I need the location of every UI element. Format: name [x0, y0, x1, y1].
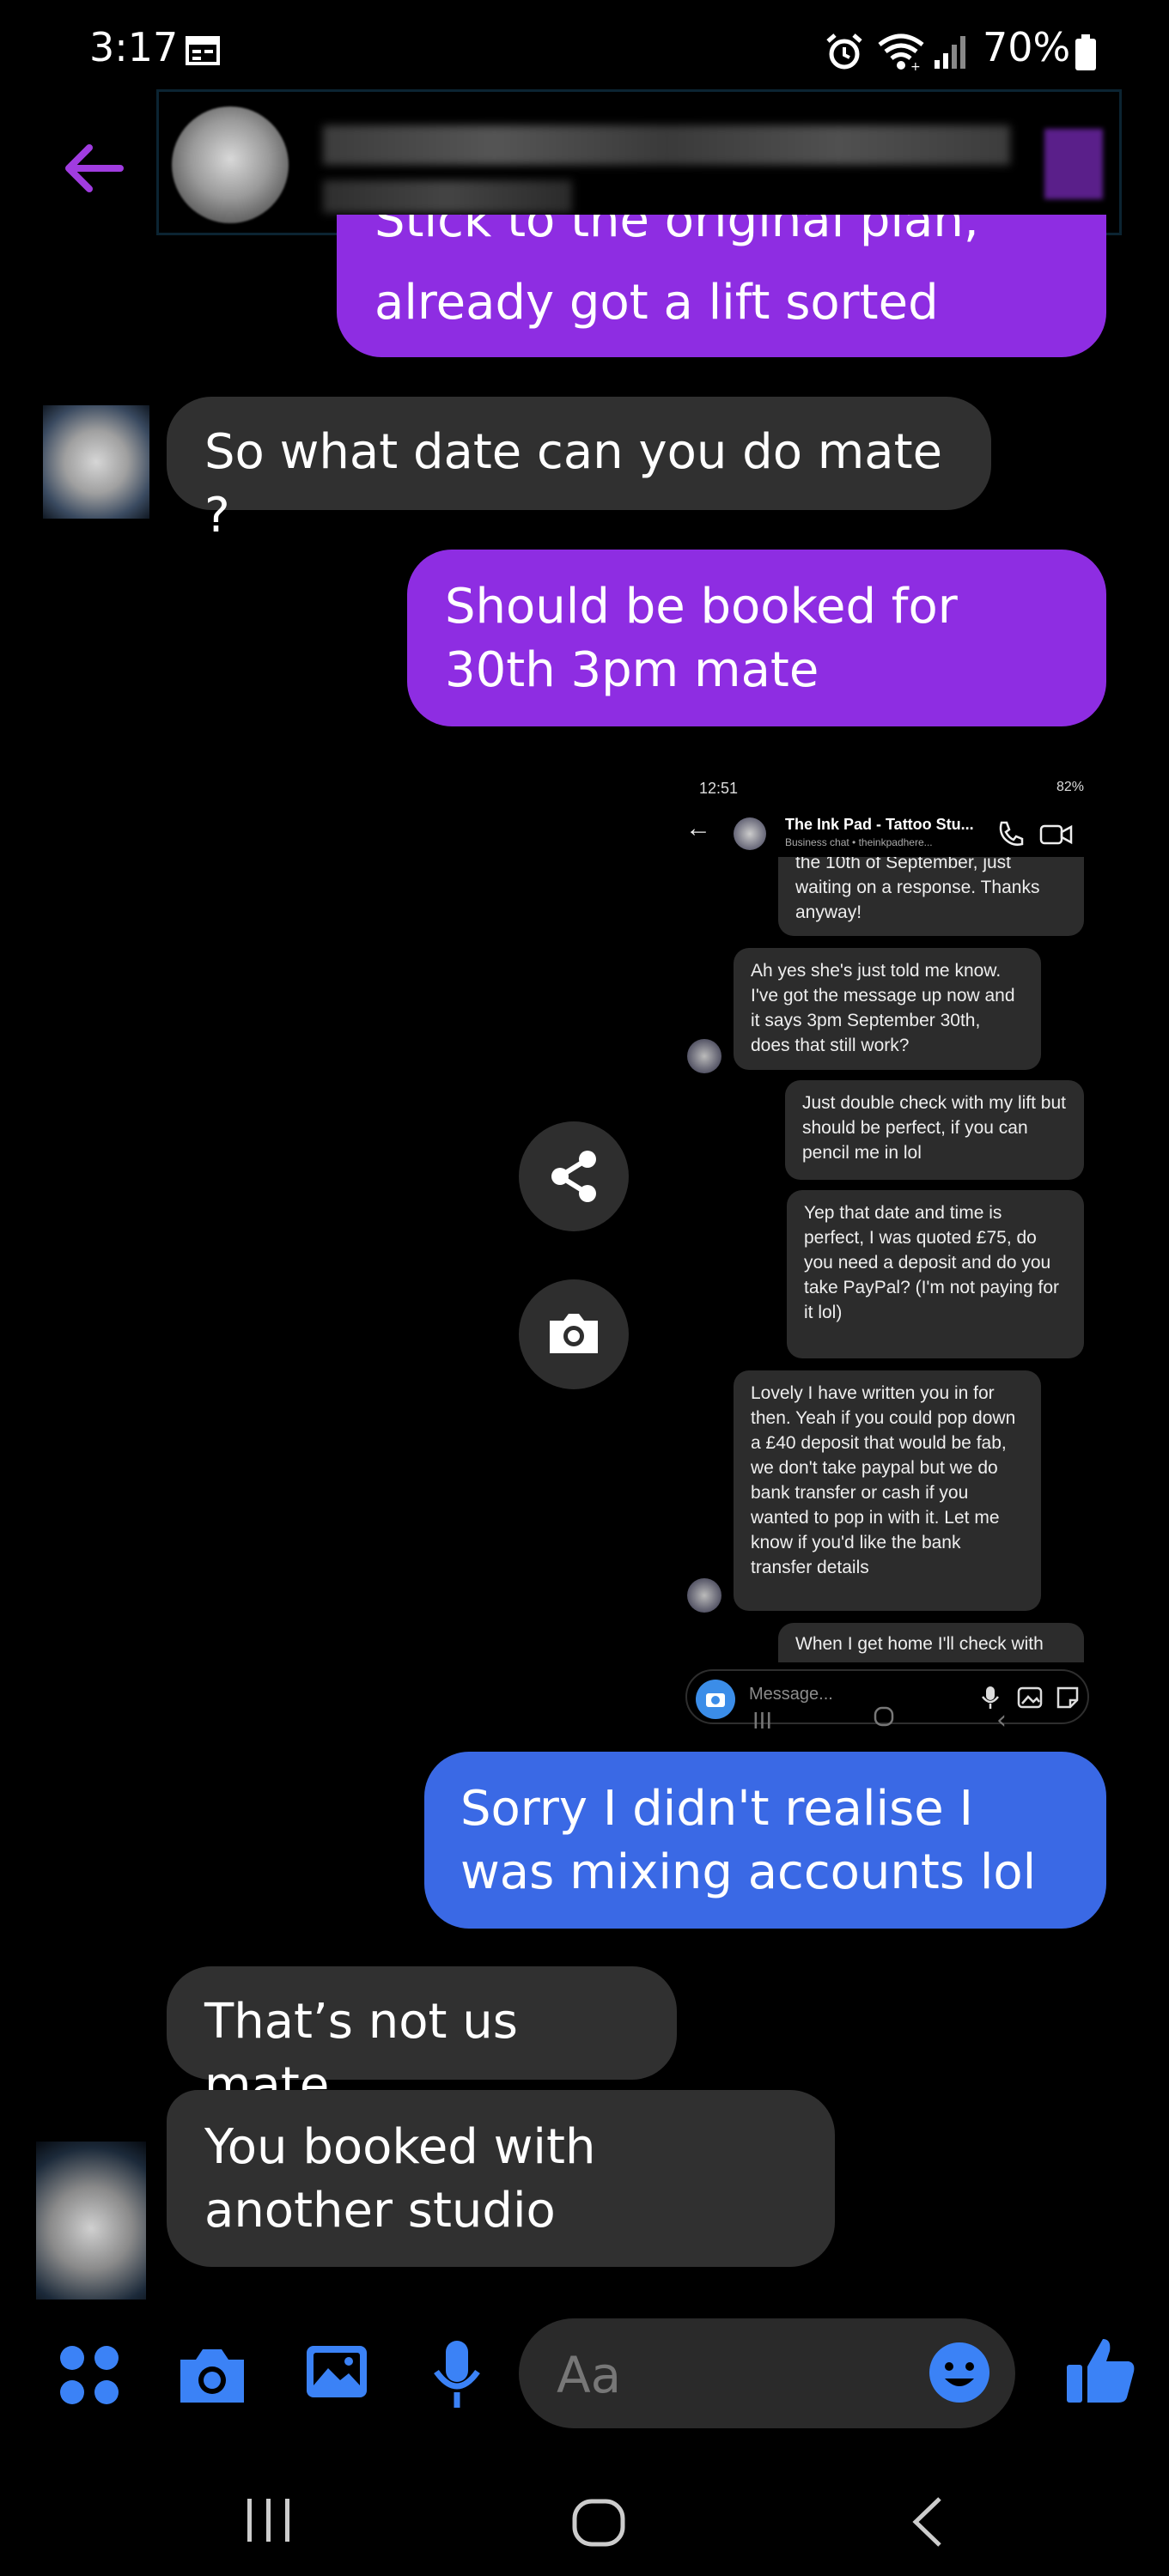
apps-menu-icon[interactable] [57, 2342, 122, 2408]
ss-message-text: When I get home I'll check with [795, 1634, 1044, 1654]
ss-message: Yep that date and time is perfect, I was… [787, 1190, 1084, 1358]
ss-message: Lovely I have written you in for then. Y… [734, 1370, 1041, 1611]
gallery-icon[interactable] [304, 2341, 369, 2403]
message-text: Sorry I didn't realise I was mixing acco… [460, 1781, 1037, 1900]
ss-video-icon [1039, 824, 1073, 845]
share-icon [551, 1151, 596, 1202]
header-action-icon[interactable] [1044, 129, 1103, 199]
ss-contact-avatar [734, 817, 766, 850]
battery-percent: 70% [983, 24, 1071, 70]
battery-icon [1075, 34, 1096, 70]
message-text: Should be booked for 30th 3pm mate [445, 579, 958, 698]
ss-gallery-icon [1017, 1686, 1043, 1709]
camera-button[interactable] [519, 1279, 629, 1389]
status-time: 3:17 [89, 24, 179, 70]
signal-icon [935, 36, 965, 69]
message-text: already got a lift sorted [374, 275, 939, 331]
message-incoming[interactable]: That’s not us mate [167, 1966, 677, 2113]
message-input-placeholder: Aa [557, 2346, 622, 2404]
message-outgoing[interactable]: Should be booked for 30th 3pm mate [407, 550, 1106, 726]
ss-phone-icon [999, 821, 1024, 846]
thumbs-up-icon[interactable] [1065, 2334, 1137, 2406]
ss-message-text-partial: the 10th of September, just [795, 857, 1011, 872]
ss-back-arrow-icon: ← [685, 814, 711, 842]
ss-status-battery: 82% [1056, 780, 1084, 794]
message-incoming[interactable]: So what date can you do mate ? [167, 397, 991, 544]
ss-sender-avatar [687, 1578, 721, 1613]
ss-message: Ah yes she's just told me know. I've got… [734, 948, 1041, 1070]
ss-message: the 10th of September, just waiting on a… [778, 857, 1084, 936]
emoji-icon[interactable] [928, 2341, 991, 2404]
ss-message: Just double check with my lift but shoul… [785, 1080, 1084, 1180]
message-outgoing[interactable]: Sorry I didn't realise I was mixing acco… [424, 1752, 1106, 1929]
wifi-icon: + [878, 33, 924, 72]
microphone-icon[interactable] [431, 2339, 483, 2411]
ss-contact-subtitle: Business chat • theinkpadhere... [785, 836, 933, 848]
ss-status-time: 12:51 [699, 780, 739, 797]
ss-camera-icon [696, 1680, 735, 1719]
ss-sender-avatar [687, 1039, 721, 1073]
ss-message-text: Yep that date and time is perfect, I was… [804, 1203, 1059, 1322]
nav-home-icon[interactable] [570, 2497, 627, 2549]
svg-text:+: + [910, 60, 921, 72]
ss-input-placeholder: Message... [749, 1685, 833, 1704]
ss-message-text: Just double check with my lift but shoul… [802, 1093, 1066, 1163]
message-text: You booked with another studio [204, 2119, 596, 2239]
calendar-icon [186, 36, 220, 65]
message-outgoing[interactable]: Stick to the original plan, already got … [337, 215, 1106, 357]
ss-nav-back-icon: ‹ [996, 1705, 1007, 1735]
nav-recents-icon[interactable] [242, 2497, 295, 2543]
ss-message-text: Lovely I have written you in for then. Y… [751, 1383, 1016, 1577]
contact-name [323, 125, 1010, 165]
ss-message-text: Ah yes she's just told me know. I've got… [751, 961, 1015, 1055]
camera-icon [550, 1314, 598, 1353]
alarm-icon [826, 33, 862, 70]
message-text-partial: Stick to the original plan, [374, 215, 979, 248]
ss-contact-name: The Ink Pad - Tattoo Stu... [785, 816, 974, 833]
ss-nav-home-icon [874, 1706, 894, 1727]
contact-subtitle [323, 180, 572, 213]
ss-sticker-icon [1056, 1686, 1079, 1709]
camera-icon[interactable] [177, 2344, 247, 2406]
sender-avatar[interactable] [36, 2142, 146, 2300]
back-arrow-icon[interactable] [60, 141, 125, 196]
share-button[interactable] [519, 1121, 629, 1231]
message-text: So what date can you do mate ? [204, 424, 943, 544]
shared-screenshot-image[interactable]: 12:51 82% ← The Ink Pad - Tattoo Stu... … [680, 769, 1096, 1724]
nav-back-icon[interactable] [909, 2495, 947, 2549]
ss-message-text: waiting on a response. Thanks anyway! [795, 878, 1040, 922]
message-incoming[interactable]: You booked with another studio [167, 2090, 835, 2267]
ss-nav-recents-icon: III [752, 1709, 773, 1735]
ss-message: When I get home I'll check with [778, 1623, 1084, 1662]
contact-avatar[interactable] [172, 106, 289, 223]
sender-avatar[interactable] [43, 405, 149, 519]
